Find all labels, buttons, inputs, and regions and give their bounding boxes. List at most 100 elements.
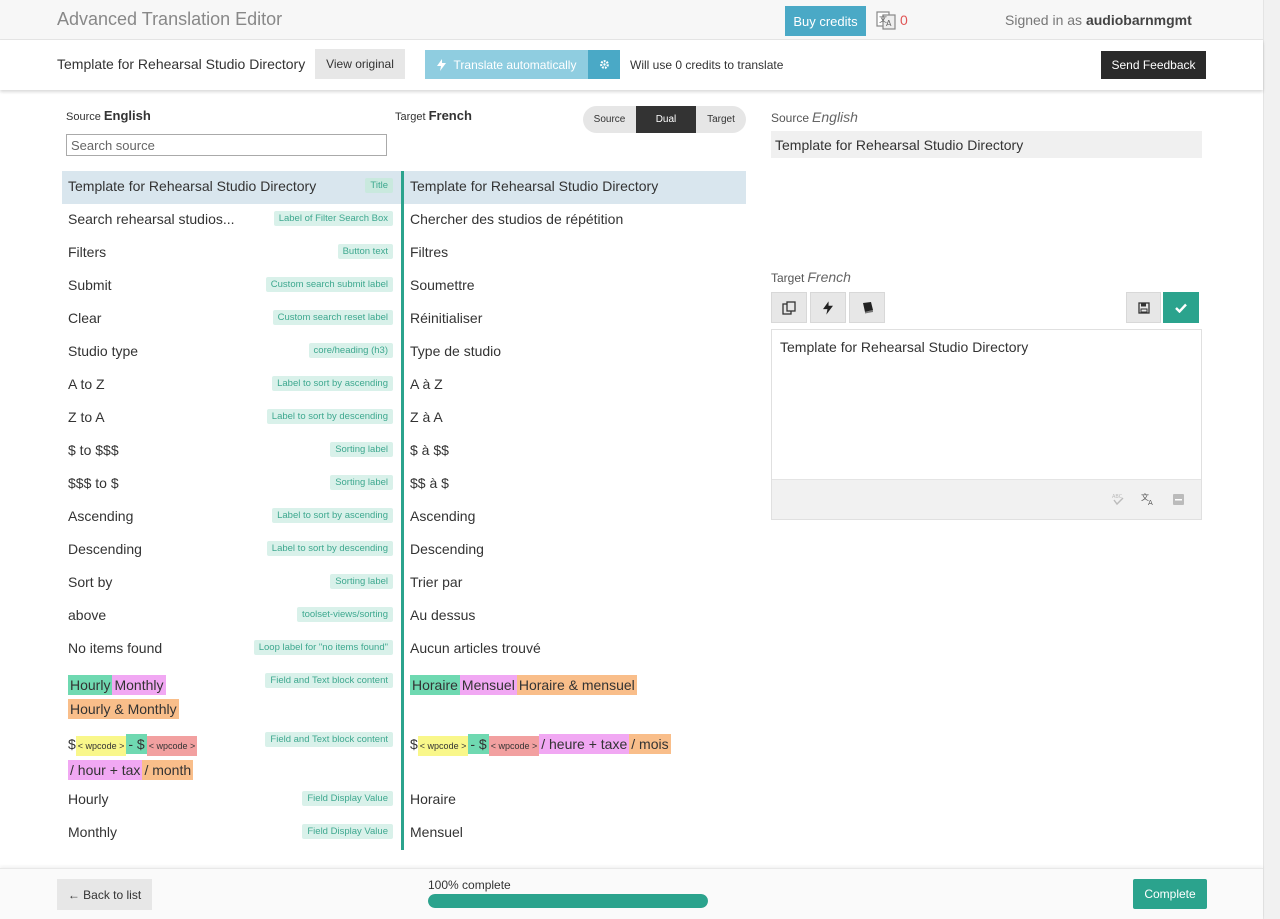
view-mode-target[interactable]: Target bbox=[696, 106, 746, 133]
comment-icon[interactable] bbox=[1170, 491, 1186, 507]
segment-target[interactable]: Type de studio bbox=[401, 336, 746, 369]
job-bar: Template for Rehearsal Studio Directory … bbox=[0, 40, 1263, 90]
segment-target[interactable]: Réinitialiser bbox=[401, 303, 746, 336]
segment-source: A to Z Label to sort by ascending bbox=[62, 369, 401, 402]
segment-row[interactable]: No items found Loop label for "no items f… bbox=[62, 633, 746, 666]
segment-target[interactable]: Soumettre bbox=[401, 270, 746, 303]
segment-row[interactable]: Monthly Field Display Value Mensuel bbox=[62, 817, 746, 850]
buy-credits-button[interactable]: Buy credits bbox=[785, 6, 866, 36]
segment-target[interactable]: Descending bbox=[401, 534, 746, 567]
segment-target[interactable]: Mensuel bbox=[401, 817, 746, 850]
segment-row[interactable]: Sort by Sorting label Trier par bbox=[62, 567, 746, 600]
view-mode-source[interactable]: Source bbox=[583, 106, 636, 133]
segment-row[interactable]: Filters Button text Filtres bbox=[62, 237, 746, 270]
progress-fill bbox=[428, 894, 708, 908]
segment-row[interactable]: above toolset-views/sorting Au dessus bbox=[62, 600, 746, 633]
segment-tag: Label to sort by ascending bbox=[272, 376, 393, 391]
segment-target[interactable]: Z à A bbox=[401, 402, 746, 435]
segment-target-text: Horaire bbox=[410, 791, 456, 807]
segment-target[interactable]: $ à $$ bbox=[401, 435, 746, 468]
right-source-label: Source English bbox=[771, 109, 858, 125]
complete-button[interactable]: Complete bbox=[1133, 879, 1207, 909]
segment-target[interactable]: Ascending bbox=[401, 501, 746, 534]
segment-row[interactable]: Submit Custom search submit label Soumettr… bbox=[62, 270, 746, 303]
segment-target[interactable]: $$ à $ bbox=[401, 468, 746, 501]
confirm-button[interactable] bbox=[1163, 292, 1199, 323]
search-source-input[interactable] bbox=[66, 134, 387, 156]
segment-target-text: Template for Rehearsal Studio Directory bbox=[410, 178, 659, 194]
segment-target[interactable]: Chercher des studios de répétition bbox=[401, 204, 746, 237]
translate-settings-button[interactable] bbox=[588, 50, 620, 79]
copy-source-button[interactable] bbox=[771, 292, 807, 323]
segment-row[interactable]: Studio type core/heading (h3) Type de stud… bbox=[62, 336, 746, 369]
segment-tag: Sorting label bbox=[330, 475, 393, 490]
segment-source: Submit Custom search submit label bbox=[62, 270, 401, 303]
segment-row[interactable]: Clear Custom search reset label Réinitiali… bbox=[62, 303, 746, 336]
back-to-list-button[interactable]: ← Back to list bbox=[57, 879, 152, 910]
segment-source: Ascending Label to sort by ascending bbox=[62, 501, 401, 534]
segment-target-text: $$ à $ bbox=[410, 475, 449, 491]
glossary-button[interactable] bbox=[849, 292, 885, 323]
send-feedback-button[interactable]: Send Feedback bbox=[1101, 51, 1206, 79]
lightning-icon bbox=[436, 58, 446, 71]
segment-row[interactable]: $$$ to $ Sorting label $$ à $ bbox=[62, 468, 746, 501]
segment-row[interactable]: Hourly Monthly Hourly & Monthly Field and… bbox=[62, 666, 746, 725]
segment-row[interactable]: Descending Label to sort by descending Des… bbox=[62, 534, 746, 567]
progress-bar bbox=[428, 894, 708, 908]
segment-target-text: Réinitialiser bbox=[410, 310, 483, 326]
segment-target[interactable]: Horaire bbox=[401, 784, 746, 817]
view-original-button[interactable]: View original bbox=[315, 49, 405, 79]
segment-target-text: $ à $$ bbox=[410, 442, 449, 458]
segment-row[interactable]: Hourly Field Display Value Horaire bbox=[62, 784, 746, 817]
segment-source: No items found Loop label for "no items f… bbox=[62, 633, 401, 666]
highlight-chip: / heure + taxe bbox=[539, 734, 630, 754]
translate-credits-icon: 文 A bbox=[876, 10, 896, 30]
machine-translate-button[interactable] bbox=[810, 292, 846, 323]
dollar-sign: $ bbox=[410, 736, 418, 752]
segment-row[interactable]: Ascending Label to sort by ascending Ascen… bbox=[62, 501, 746, 534]
wpcode-chip: < wpcode > bbox=[488, 736, 540, 756]
translate-memory-icon[interactable]: 文A bbox=[1140, 491, 1156, 507]
segment-source-text: Studio type bbox=[68, 343, 139, 359]
segment-target[interactable]: A à Z bbox=[401, 369, 746, 402]
segment-target[interactable]: Aucun articles trouvé bbox=[401, 633, 746, 666]
segment-source: Filters Button text bbox=[62, 237, 401, 270]
segment-row[interactable]: Search rehearsal studios... Label of Filt… bbox=[62, 204, 746, 237]
source-language: English bbox=[103, 108, 151, 123]
editor-text[interactable]: Template for Rehearsal Studio Directory bbox=[780, 339, 1028, 355]
segment-source-text: Submit bbox=[68, 277, 112, 293]
segment-source: Search rehearsal studios... Label of Filt… bbox=[62, 204, 401, 237]
highlight-chip: / month bbox=[142, 760, 194, 780]
spellcheck-icon[interactable]: ABC bbox=[1110, 491, 1126, 507]
segment-source-text: above bbox=[68, 607, 107, 623]
wpcode-chip: < wpcode > bbox=[75, 736, 127, 756]
segment-tag: Field Display Value bbox=[302, 791, 393, 806]
segment-target[interactable]: Horaire Mensuel Horaire & mensuel bbox=[401, 666, 746, 725]
segment-tag: Field and Text block content bbox=[265, 673, 393, 688]
segment-row[interactable]: $ to $$$ Sorting label $ à $$ bbox=[62, 435, 746, 468]
segment-target[interactable]: Au dessus bbox=[401, 600, 746, 633]
segment-target-text: Soumettre bbox=[410, 277, 475, 293]
signed-in-prefix: Signed in as bbox=[1005, 12, 1083, 28]
segment-row[interactable]: A to Z Label to sort by ascending A à Z bbox=[62, 369, 746, 402]
segment-row[interactable]: $ < wpcode > - $ < wpcode > / hour + tax / m… bbox=[62, 725, 746, 784]
translation-editor[interactable]: Template for Rehearsal Studio Directory … bbox=[771, 329, 1202, 520]
page-scrollbar[interactable] bbox=[1263, 0, 1280, 919]
segment-row[interactable]: Z to A Label to sort by descending Z à A bbox=[62, 402, 746, 435]
segment-source: Z to A Label to sort by descending bbox=[62, 402, 401, 435]
segment-tag: core/heading (h3) bbox=[308, 343, 393, 358]
save-button[interactable] bbox=[1126, 292, 1161, 323]
view-mode-dual[interactable]: Dual bbox=[636, 106, 696, 133]
save-icon bbox=[1137, 301, 1150, 314]
segment-source-text: Descending bbox=[68, 541, 142, 557]
segment-target[interactable]: Template for Rehearsal Studio Directory bbox=[401, 171, 746, 204]
segment-tag: Field Display Value bbox=[302, 824, 393, 839]
translate-automatically-button[interactable]: Translate automatically bbox=[425, 50, 588, 79]
segment-source: Template for Rehearsal Studio Directory T… bbox=[62, 171, 401, 204]
segment-row[interactable]: Template for Rehearsal Studio Directory T… bbox=[62, 171, 746, 204]
segment-target[interactable]: Filtres bbox=[401, 237, 746, 270]
segment-tag: Button text bbox=[337, 244, 393, 259]
segment-source: above toolset-views/sorting bbox=[62, 600, 401, 633]
segment-target[interactable]: Trier par bbox=[401, 567, 746, 600]
segment-target[interactable]: $ < wpcode > - $ < wpcode > / heure + taxe / … bbox=[401, 725, 746, 784]
